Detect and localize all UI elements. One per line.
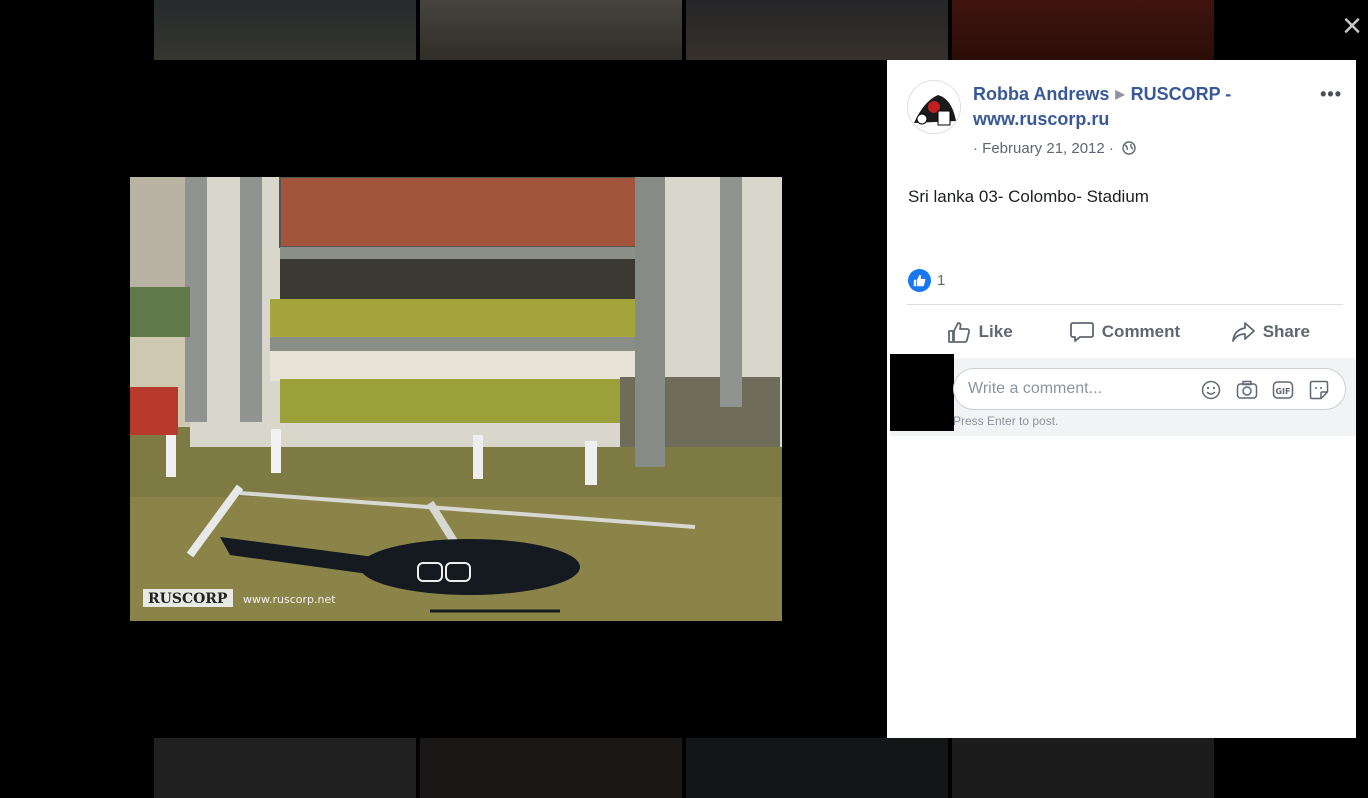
comment-box[interactable]: GIF — [953, 368, 1346, 410]
post-header: Robba Andrews ▶ RUSCORP - www.ruscorp.ru — [973, 82, 1283, 132]
close-icon[interactable]: × — [1338, 8, 1366, 44]
post-photo[interactable]: RUSCORP www.ruscorp.net — [130, 177, 782, 621]
comment-label: Comment — [1101, 322, 1181, 341]
post-caption: Sri lanka 03- Colombo- Stadium — [908, 187, 1149, 206]
thumbnail — [952, 738, 1214, 798]
background-thumbnails-bottom — [0, 738, 1368, 798]
thumbnail — [420, 738, 682, 798]
emoji-icon[interactable] — [1199, 378, 1223, 402]
thumbnail — [154, 0, 416, 60]
comment-tools: GIF — [1199, 378, 1331, 402]
camera-icon[interactable] — [1235, 378, 1259, 402]
comment-composer: GIF Press Enter to post. — [890, 354, 1356, 436]
watermark-brand: RUSCORP — [148, 591, 228, 607]
post-meta: · February 21, 2012 · — [973, 140, 1136, 157]
thumbnail — [420, 0, 682, 60]
globe-icon[interactable] — [1122, 141, 1136, 155]
arrow-right-icon: ▶ — [1115, 87, 1125, 101]
like-label: Like — [978, 322, 1013, 341]
comment-icon — [1069, 322, 1094, 342]
svg-text:GIF: GIF — [1275, 387, 1290, 396]
sticker-icon[interactable] — [1307, 378, 1331, 402]
thumbs-up-outline-icon — [947, 322, 970, 343]
photo-viewer: × RUSCORP www.ruscorp.net Robba Andrews … — [0, 0, 1368, 798]
author-name-link[interactable]: Robba Andrews — [973, 84, 1109, 104]
thumbs-up-icon — [908, 268, 931, 292]
author-avatar[interactable] — [907, 80, 961, 134]
comment-button[interactable]: Comment — [1052, 312, 1197, 352]
stadium-helicopter-image: RUSCORP www.ruscorp.net — [130, 177, 782, 621]
share-button[interactable]: Share — [1198, 312, 1343, 352]
like-button[interactable]: Like — [907, 312, 1052, 352]
post-panel: Robba Andrews ▶ RUSCORP - www.ruscorp.ru •… — [887, 60, 1356, 738]
thumbnail — [952, 0, 1214, 60]
thumbnail — [686, 0, 948, 60]
post-hint: Press Enter to post. — [953, 414, 1059, 428]
reaction-count: 1 — [937, 271, 946, 289]
gif-icon[interactable]: GIF — [1271, 378, 1295, 402]
thumbnail — [154, 738, 416, 798]
post-date-link[interactable]: · February 21, 2012 · — [973, 140, 1114, 157]
divider — [907, 304, 1343, 305]
commenter-avatar[interactable] — [890, 354, 954, 431]
more-options-icon[interactable]: ••• — [1320, 84, 1342, 105]
share-label: Share — [1262, 322, 1310, 341]
post-actions: Like Comment Share — [907, 312, 1343, 352]
thumbnail — [686, 738, 948, 798]
share-icon — [1231, 322, 1255, 342]
reaction-summary[interactable]: 1 — [908, 268, 946, 292]
watermark-url: www.ruscorp.net — [243, 593, 336, 606]
comment-input[interactable] — [968, 369, 1188, 409]
background-thumbnails-top — [0, 0, 1368, 60]
